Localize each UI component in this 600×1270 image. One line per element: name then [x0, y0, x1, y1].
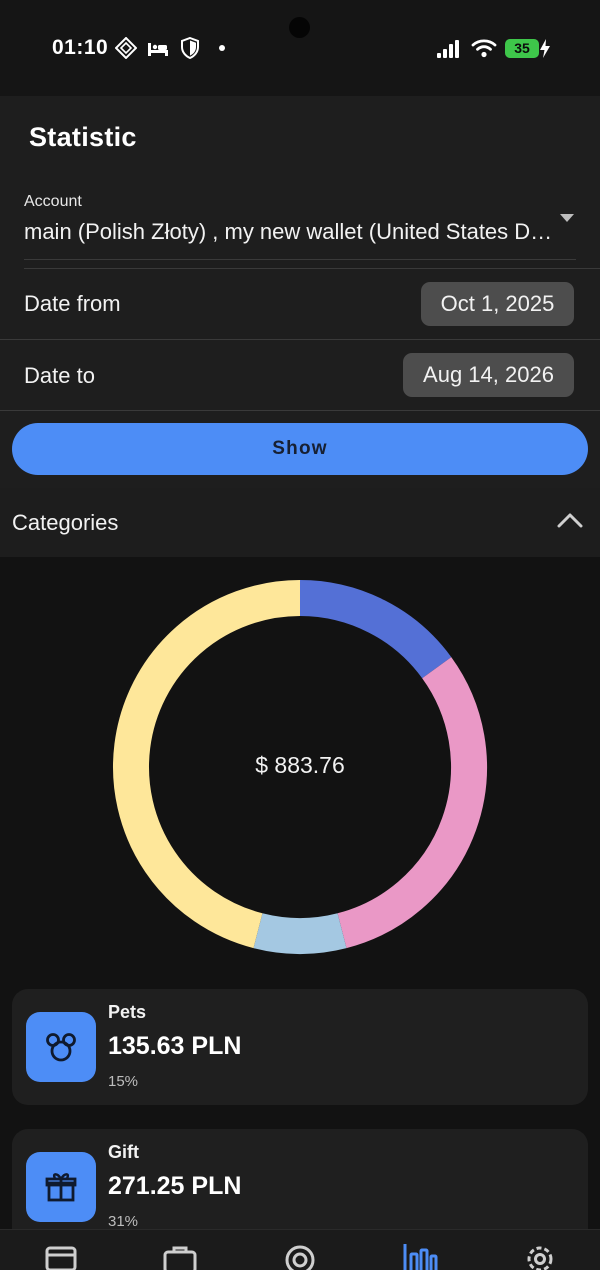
pets-icon: [26, 1012, 96, 1082]
date-from-label: Date from: [24, 291, 121, 316]
battery-icon: 35: [505, 39, 539, 58]
date-to-label: Date to: [24, 363, 95, 388]
chevron-up-icon[interactable]: [557, 512, 583, 528]
target-icon[interactable]: [284, 1244, 316, 1270]
show-button[interactable]: Show: [12, 423, 588, 475]
account-label: Account: [24, 193, 82, 210]
status-time: 01:10: [52, 36, 109, 59]
date-to-button[interactable]: Aug 14, 2026: [403, 353, 574, 397]
shield-icon: [181, 37, 199, 59]
category-amount: 271.25 PLN: [108, 1172, 242, 1200]
category-name: Gift: [108, 1142, 139, 1162]
divider: [24, 268, 600, 269]
date-from-button[interactable]: Oct 1, 2025: [421, 282, 574, 326]
wallet-icon[interactable]: [45, 1244, 77, 1270]
status-bar: 01:10 35: [0, 0, 600, 96]
category-amount: 135.63 PLN: [108, 1032, 242, 1060]
donut-slice-1: [337, 657, 487, 949]
stats-icon[interactable]: [402, 1242, 438, 1270]
battery-level: 35: [514, 40, 530, 56]
bottom-navigation: [0, 1229, 600, 1270]
donut-slice-2: [253, 913, 347, 954]
dot-icon: [219, 45, 225, 51]
dropdown-arrow-icon[interactable]: [560, 214, 574, 222]
donut-total-amount: $ 883.76: [255, 752, 345, 778]
account-select[interactable]: main (Polish Złoty) , my new wallet (Uni…: [24, 219, 559, 245]
bed-icon: [148, 43, 168, 56]
divider: [0, 339, 600, 340]
category-card-gift[interactable]: [12, 1129, 588, 1245]
wifi-icon: [471, 39, 497, 58]
gift-icon: [26, 1152, 96, 1222]
category-percent: 15%: [108, 1073, 139, 1090]
charging-icon: [540, 39, 550, 58]
divider: [0, 410, 600, 411]
categories-title: Categories: [12, 510, 119, 535]
signal-icon: [437, 40, 459, 58]
category-card-pets[interactable]: [12, 989, 588, 1105]
page-title: Statistic: [29, 122, 137, 152]
account-underline: [24, 259, 576, 260]
ai-sparkle-icon: [115, 37, 137, 59]
settings-icon[interactable]: [523, 1242, 557, 1270]
category-percent: 31%: [108, 1213, 139, 1230]
donut-slice-0: [299, 580, 452, 679]
front-camera: [289, 17, 310, 38]
briefcase-icon[interactable]: [163, 1244, 197, 1270]
category-name: Pets: [108, 1002, 147, 1022]
